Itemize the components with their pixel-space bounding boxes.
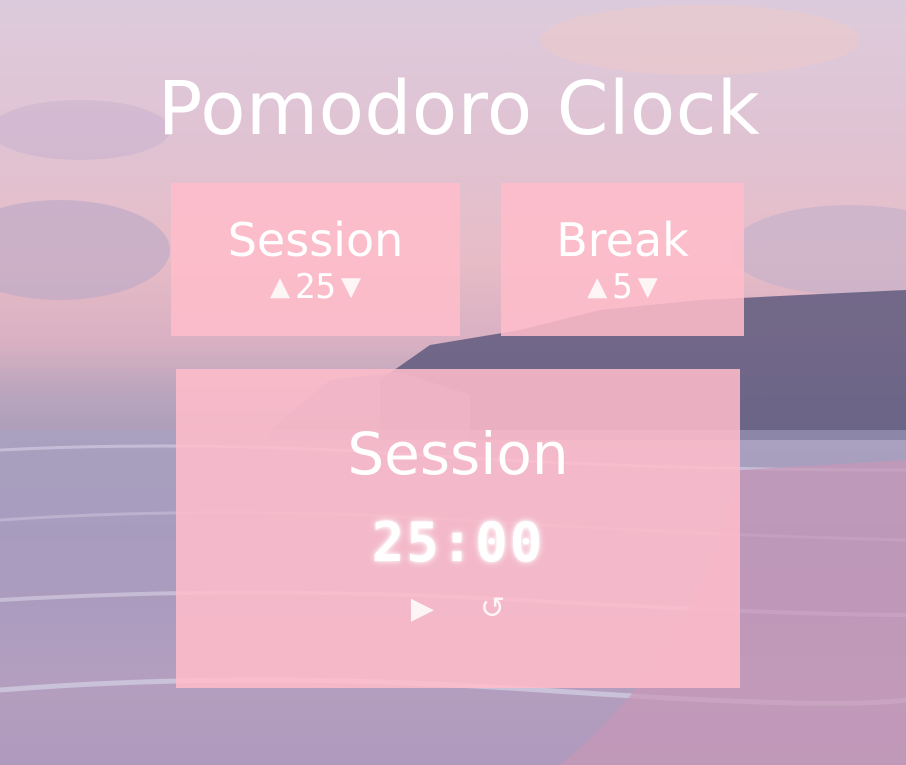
- break-increment-icon[interactable]: ▲: [584, 274, 610, 300]
- timer-display: 25:00: [371, 511, 545, 574]
- session-decrement-icon[interactable]: ▼: [338, 274, 364, 300]
- session-length-controls: ▲ 25 ▼: [171, 269, 460, 305]
- break-length-value: 5: [612, 267, 633, 307]
- timer-label: Session: [347, 420, 569, 488]
- break-length-controls: ▲ 5 ▼: [501, 269, 744, 305]
- session-length-label: Session: [227, 213, 404, 267]
- session-length-value: 25: [295, 267, 336, 307]
- session-length-panel: Session ▲ 25 ▼: [171, 183, 460, 336]
- reset-icon[interactable]: ↺: [480, 594, 505, 624]
- session-increment-icon[interactable]: ▲: [267, 274, 293, 300]
- break-length-panel: Break ▲ 5 ▼: [501, 183, 744, 336]
- break-length-label: Break: [556, 213, 689, 267]
- timer-controls: ▶ ↺: [176, 589, 740, 629]
- timer-panel: Session 25:00 ▶ ↺: [176, 369, 740, 688]
- page-title: Pomodoro Clock: [157, 66, 761, 152]
- break-decrement-icon[interactable]: ▼: [635, 274, 661, 300]
- play-icon[interactable]: ▶: [411, 594, 434, 624]
